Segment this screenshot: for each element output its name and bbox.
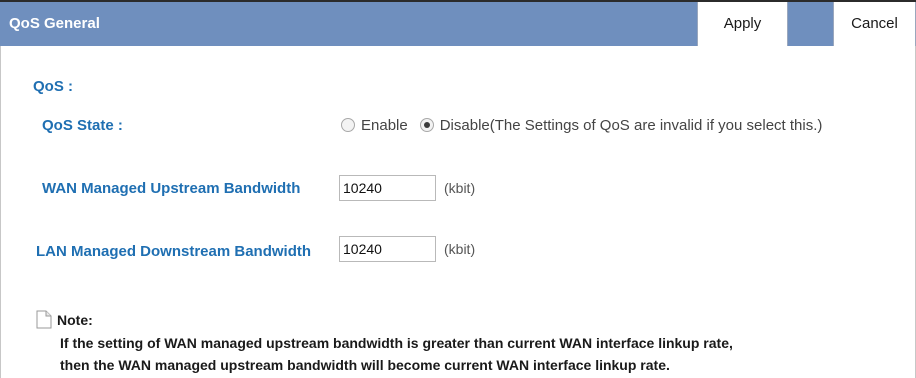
qos-state-radio-group: Enable Disable(The Settings of QoS are in… [341, 116, 822, 134]
document-icon [36, 310, 52, 329]
qos-state-label: QoS State : [42, 117, 123, 134]
note-line: then the WAN managed upstream bandwidth … [60, 357, 670, 373]
panel-header: QoS General Apply Cancel [0, 2, 916, 46]
wan-bandwidth-input[interactable] [339, 175, 436, 201]
cancel-button[interactable]: Cancel [833, 2, 916, 46]
settings-panel [0, 46, 916, 378]
note-label: Note: [57, 312, 93, 328]
wan-unit-label: (kbit) [444, 180, 476, 196]
lan-bandwidth-label: LAN Managed Downstream Bandwidth [36, 243, 312, 260]
lan-unit-label: (kbit) [444, 241, 476, 257]
disable-radio-label[interactable]: Disable(The Settings of QoS are invalid … [440, 117, 823, 134]
apply-button[interactable]: Apply [697, 2, 788, 46]
panel-title: QoS General [9, 15, 100, 32]
enable-radio-label[interactable]: Enable [361, 117, 408, 134]
enable-radio[interactable] [341, 118, 355, 133]
lan-bandwidth-input[interactable] [339, 236, 436, 262]
section-title-qos: QoS : [33, 78, 73, 95]
note-line: If the setting of WAN managed upstream b… [60, 335, 733, 351]
disable-radio[interactable] [419, 118, 434, 133]
wan-bandwidth-label: WAN Managed Upstream Bandwidth [42, 180, 301, 197]
